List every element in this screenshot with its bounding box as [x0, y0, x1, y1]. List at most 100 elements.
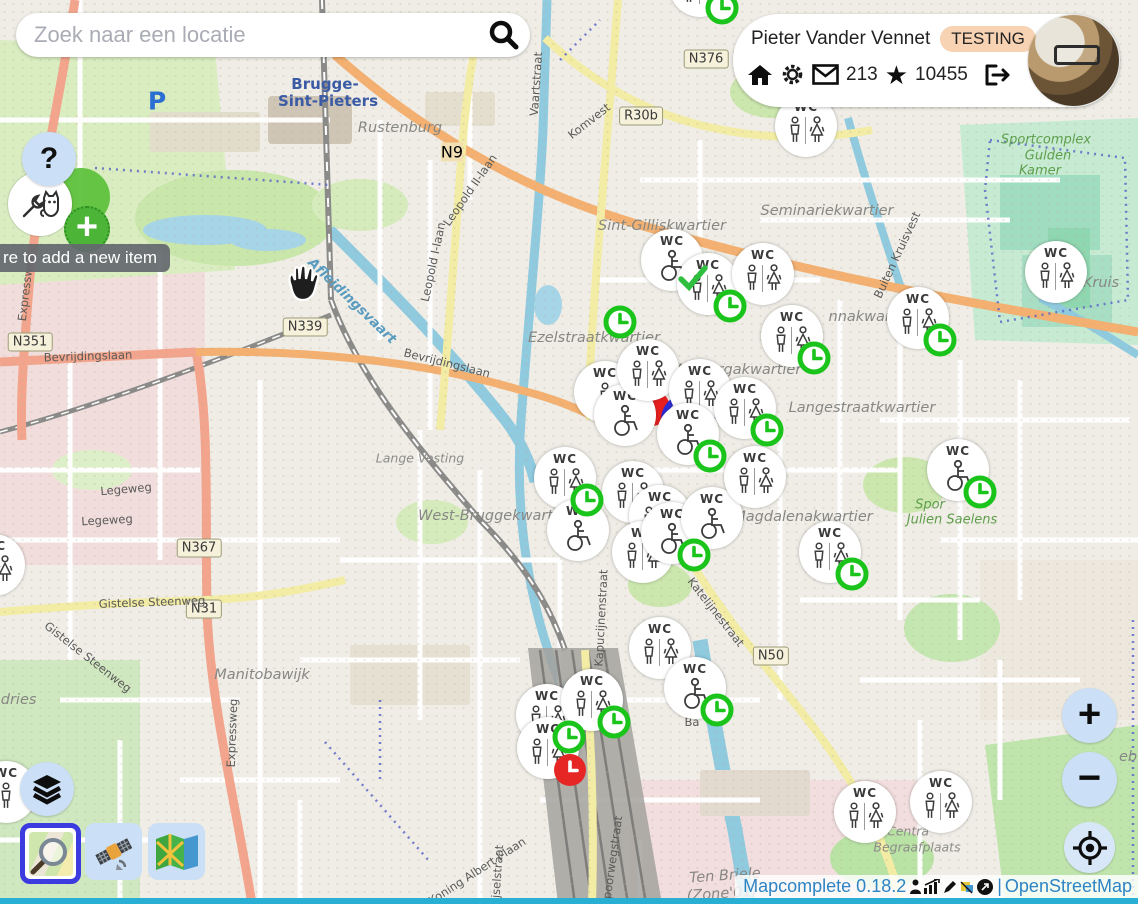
opening-hours-badge-green [705, 0, 739, 25]
marker-wc-label: WC [733, 383, 757, 396]
opening-hours-badge-green [603, 305, 637, 339]
gear-icon [780, 62, 805, 87]
toilet-figures-icon [737, 466, 774, 497]
location-search-bar [16, 13, 530, 57]
osm-layer-icon [29, 832, 73, 876]
attribution-separator: | [997, 876, 1002, 897]
toilet-figures-icon [847, 801, 884, 832]
geolocate-button[interactable] [1064, 822, 1115, 873]
minus-icon: − [1078, 758, 1101, 802]
marker-wc-label: WC [553, 453, 577, 466]
toilet-figures-icon [642, 637, 679, 668]
opening-hours-badge-green [963, 475, 997, 509]
background-layer-map[interactable] [148, 823, 205, 880]
marker-wc-label: WC [580, 675, 604, 688]
verified-check-badge [677, 265, 707, 291]
marker-wc-label: WC [621, 467, 645, 480]
help-label: ? [40, 142, 58, 176]
toilet-figures-icon [695, 507, 729, 540]
toilet-figures-icon [608, 404, 642, 437]
toilet-figures-icon [0, 554, 13, 585]
copyright-arrow-icon[interactable] [976, 878, 994, 896]
marker-wc-label: WC [676, 409, 700, 422]
marker-wc-label: WC [648, 623, 672, 636]
marker-wc-label: WC [660, 235, 684, 248]
toilet-figures-icon [923, 791, 960, 822]
closed-badge-red [553, 753, 587, 787]
opening-hours-badge-green [797, 341, 831, 375]
marker-wc-label: WC [0, 767, 18, 780]
changeset-count: 10455 [915, 64, 968, 86]
plus-glyph: + [76, 210, 98, 244]
opening-hours-badge-green [693, 439, 727, 473]
attribution-icons [909, 878, 994, 896]
toilet-figures-icon [0, 781, 13, 812]
user-avatar[interactable] [1028, 15, 1119, 106]
bottom-accent-bar [0, 898, 1138, 904]
folded-map-layer-icon [154, 832, 200, 872]
osm-link[interactable]: OpenStreetMap [1005, 876, 1132, 897]
opening-hours-badge-green [677, 538, 711, 572]
help-button[interactable]: ? [22, 132, 76, 186]
crosshair-icon [1071, 829, 1109, 867]
logout-button[interactable] [983, 63, 1011, 87]
marker-wc-label: WC [743, 452, 767, 465]
opening-hours-badge-green [700, 693, 734, 727]
marker-wc-label: WC [929, 777, 953, 790]
marker-wc-label: WC [535, 690, 559, 703]
marker-wc-label: WC [688, 365, 712, 378]
plus-icon: + [1078, 694, 1101, 738]
home-button[interactable] [747, 63, 773, 87]
search-input[interactable] [16, 21, 478, 49]
statistics-person-icon[interactable] [909, 879, 922, 895]
toilet-figures-icon [630, 359, 667, 390]
toilet-marker-pair[interactable]: WC [724, 446, 786, 508]
marker-wc-label: WC [751, 249, 775, 262]
theme-flag-icon[interactable] [959, 879, 975, 895]
marker-wc-label: WC [853, 787, 877, 800]
attribution-bar: Mapcomplete 0.18.2 | OpenStreetMap [735, 875, 1138, 898]
marker-wc-label: WC [636, 345, 660, 358]
marker-wc-label: WC [700, 493, 724, 506]
opening-hours-badge-green [923, 323, 957, 357]
opening-hours-badge-green [835, 557, 869, 591]
opening-hours-badge-green [570, 483, 604, 517]
message-count: 213 [846, 64, 878, 86]
zoom-out-button[interactable]: − [1062, 752, 1117, 807]
mapcomplete-app: N376N9R30bN339N351N367N31N50Brugge-Sint-… [0, 0, 1138, 904]
marker-wc-label: WC [0, 540, 6, 553]
app-version-link[interactable]: Mapcomplete 0.18.2 [743, 876, 906, 897]
messages-button[interactable] [812, 64, 839, 85]
toilet-figures-icon [788, 115, 825, 146]
layers-button[interactable] [20, 762, 74, 816]
marker-wc-label: WC [1044, 247, 1068, 260]
add-item-tooltip: re to add a new item [0, 244, 170, 272]
toilet-marker-pair[interactable]: WC [834, 781, 896, 843]
bar-chart-icon[interactable] [923, 879, 941, 895]
toilet-figures-icon [561, 519, 595, 552]
envelope-icon [812, 64, 839, 85]
logout-icon [983, 63, 1011, 87]
search-icon [487, 18, 521, 52]
home-icon [747, 63, 773, 87]
wrench-cat-icon [18, 182, 62, 226]
marker-wc-label: WC [780, 311, 804, 324]
changesets-button[interactable]: ★ [885, 63, 908, 87]
zoom-in-button[interactable]: + [1062, 688, 1117, 743]
toilet-marker-pair[interactable]: WC [910, 771, 972, 833]
background-layer-satellite[interactable] [85, 823, 142, 880]
marker-wc-label: WC [683, 663, 707, 676]
opening-hours-badge-green [750, 413, 784, 447]
star-icon: ★ [885, 63, 908, 87]
toilet-figures-icon [1038, 261, 1075, 292]
search-button[interactable] [478, 13, 530, 57]
pencil-icon[interactable] [942, 879, 958, 895]
marker-wc-label: WC [593, 367, 617, 380]
testing-badge: TESTING [940, 26, 1036, 52]
settings-button[interactable] [780, 62, 805, 87]
marker-wc-label: WC [818, 527, 842, 540]
background-layer-osm-selected[interactable] [20, 823, 81, 884]
toilet-marker-pair[interactable]: WC [1025, 241, 1087, 303]
toilet-figures-icon [745, 263, 782, 294]
marker-wc-label: WC [946, 445, 970, 458]
